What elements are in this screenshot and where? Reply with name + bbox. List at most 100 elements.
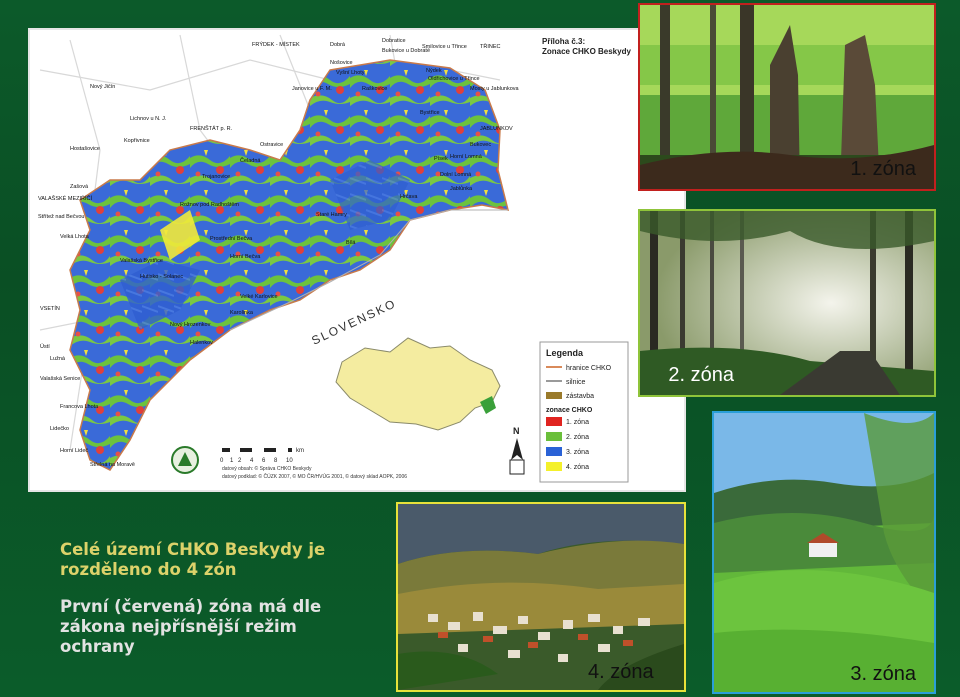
place-label: Dolní Lomná [440, 172, 472, 178]
place-label: Velká Lhota [60, 234, 90, 240]
scale-unit: km [296, 448, 304, 454]
scale-tick-label: 0 [220, 458, 224, 464]
zone-4-label: 4. zóna [588, 661, 654, 683]
credit-line: datový obsah: © Správa CHKO Beskydy [222, 465, 312, 472]
place-label: Staré Hamry [316, 212, 347, 218]
place-label: Lidečko [50, 426, 69, 432]
legend-zone-label: 3. zóna [566, 449, 589, 456]
legend-swatch [546, 392, 562, 399]
place-label: Dobrá [330, 42, 346, 48]
legend-zone-label: 1. zóna [566, 419, 589, 426]
svg-text:N: N [513, 426, 520, 436]
place-label: Karolinka [230, 310, 254, 316]
caption-line-3: První (červená) zóna má dle [60, 597, 322, 616]
place-label: Janovice u F. M. [292, 86, 332, 92]
place-label: Nový Hrozenkov [170, 322, 211, 328]
zoning-map: SLOVENSKO Příloha č.3: Zonace CHKO Besky… [28, 28, 686, 492]
place-label: Jablůnka [450, 185, 473, 192]
place-label: Velké Karlovice [240, 294, 278, 300]
scale-tick-label: 6 [262, 458, 266, 464]
place-label: Rožnov pod Radhoštěm [180, 202, 239, 208]
caption-line-4: zákona nejpřísnější režim [60, 617, 297, 636]
caption-line-5: ochrany [60, 637, 135, 656]
photo-zone-1: 1. zóna [638, 3, 936, 191]
legend-title: Legenda [546, 348, 584, 358]
legend-zone-swatch [546, 432, 562, 441]
caption-line-1: Celé území CHKO Beskydy je [60, 540, 326, 559]
map-legend: Legenda hranice CHKO silnice zástavba zonac… [539, 341, 629, 483]
place-label: Lužná [50, 356, 66, 362]
zone-3-label: 3. zóna [850, 663, 916, 685]
place-label: Vyšní Lhoty [336, 70, 365, 76]
place-label: Nýdek [426, 68, 442, 74]
caption-line-2: rozděleno do 4 zón [60, 560, 237, 579]
place-label: Bílá [346, 240, 356, 246]
place-label: FRÝDEK - MÍSTEK [252, 41, 300, 48]
legend-item-label: hranice CHKO [566, 365, 612, 372]
country-label: SLOVENSKO [309, 296, 398, 348]
scale-bar: km 0 1 2 4 6 8 10 [220, 448, 304, 464]
caption-intro: Celé území CHKO Beskydy je rozděleno do … [60, 540, 325, 580]
legend-zone-swatch [546, 447, 562, 456]
place-label: Bystřice [420, 110, 440, 116]
place-label: Střelná na Moravě [90, 462, 135, 468]
legend-item-label: silnice [566, 379, 586, 386]
place-label: Střítež nad Bečvou [38, 214, 84, 220]
place-label: Lichnov u N. J. [130, 116, 167, 122]
place-label: Nový Jičín [90, 84, 115, 90]
place-label: VALAŠSKÉ MEZIŘÍČÍ [38, 194, 92, 202]
czech-inset-map [335, 337, 501, 431]
place-label: Ústí [40, 343, 50, 350]
photo-zone-3: 3. zóna [712, 411, 936, 694]
place-label: Raškovice [362, 86, 387, 92]
legend-zone-label: 4. zóna [566, 464, 589, 471]
place-label: Hostašovice [70, 146, 100, 152]
caption-zone-1: První (červená) zóna má dle zákona nejpř… [60, 597, 321, 657]
place-label: Zašová [70, 184, 89, 190]
place-label: Horní Bečva [230, 254, 261, 260]
place-label: Hrčava [400, 194, 418, 200]
photo-zone-4: 4. zóna [396, 502, 686, 692]
place-label: TŘINEC [480, 42, 501, 50]
place-label: Čeladná [240, 157, 261, 164]
place-label: Smilovice u Třince [422, 44, 467, 50]
appendix-title: Zonace CHKO Beskydy [542, 47, 631, 56]
place-label: Mosty u Jablunkova [470, 86, 520, 92]
place-label: Bukovec [470, 142, 491, 148]
scale-tick-label: 10 [286, 458, 293, 464]
place-label: Písek [434, 156, 448, 162]
place-label: Valašská Senice [40, 376, 80, 382]
zone-2-label: 2. zóna [668, 364, 734, 386]
place-label: Francova Lhota [60, 404, 99, 410]
scale-tick-label: 4 [250, 458, 254, 464]
scale-tick-label: 8 [274, 458, 278, 464]
scale-tick-label: 1 [230, 458, 234, 464]
place-label: Ostravice [260, 142, 283, 148]
photo-zone-2: 2. zóna [638, 209, 936, 397]
place-label: Valašská Bystřice [120, 258, 163, 264]
credits: datový obsah: © Správa CHKO Beskydydatov… [222, 465, 407, 480]
credit-line: datový podklad: © ČÚZK 2007, © MO ČR/HVÚ… [222, 473, 407, 480]
place-label: Oldřichovice u Třince [428, 76, 480, 82]
appendix-label: Příloha č.3: [542, 37, 585, 46]
legend-zones-title: zonace CHKO [546, 407, 593, 414]
place-label: FRENŠTÁT p. R. [190, 125, 233, 132]
place-label: Prostřední Bečva [210, 236, 253, 242]
legend-zone-label: 2. zóna [566, 434, 589, 441]
zone-1-label: 1. zóna [850, 158, 916, 180]
place-label: Horní Lideč [60, 448, 88, 454]
place-label: Horní Lomná [450, 154, 483, 160]
legend-zone-swatch [546, 417, 562, 426]
legend-zone-swatch [546, 462, 562, 471]
place-label: Nošovice [330, 60, 353, 66]
place-label: Kopřivnice [124, 138, 150, 144]
scale-tick-label: 2 [238, 458, 242, 464]
place-label: JABLUNKOV [480, 126, 513, 132]
chko-logo [171, 446, 199, 474]
place-label: Dobratice [382, 38, 406, 44]
place-label: Trojanovice [202, 174, 230, 180]
place-label: Hutisko - Solanec [140, 274, 183, 280]
north-arrow-icon: N [509, 426, 525, 475]
place-label: Halenkov [190, 340, 213, 346]
legend-item-label: zástavba [566, 393, 594, 400]
